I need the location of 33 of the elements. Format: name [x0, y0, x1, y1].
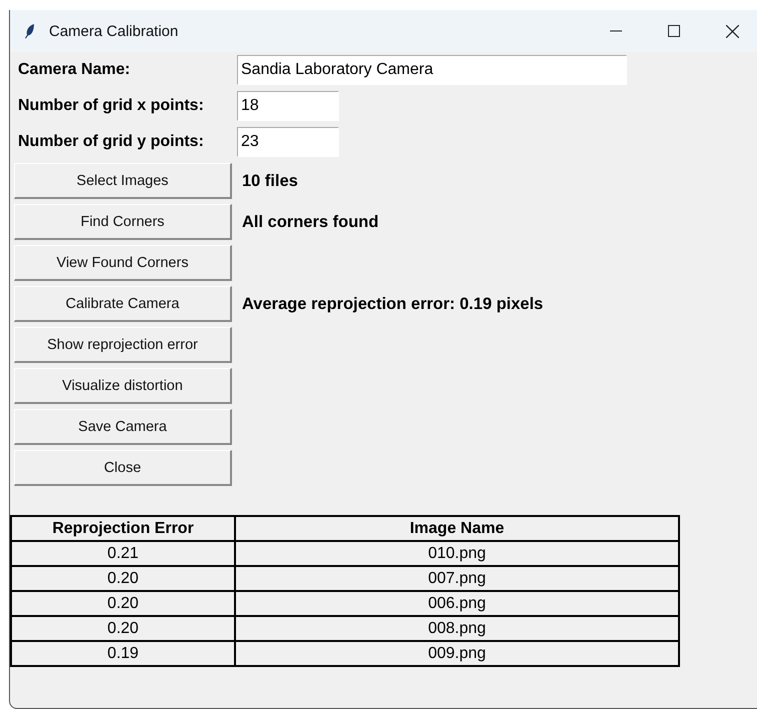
maximize-icon[interactable]: [668, 25, 680, 37]
field-label: Number of grid y points:: [17, 133, 205, 151]
action-button[interactable]: Visualize distortion: [14, 368, 232, 404]
table-cell: 008.png: [235, 616, 679, 641]
table-cell: 010.png: [235, 541, 679, 566]
action-button[interactable]: Calibrate Camera: [14, 286, 232, 322]
text-field[interactable]: 23: [237, 127, 339, 157]
feather-icon: [24, 23, 36, 39]
close-icon[interactable]: [726, 24, 739, 38]
column-header: Reprojection Error: [11, 516, 235, 541]
action-button[interactable]: Show reprojection error: [14, 327, 232, 363]
action-button[interactable]: Find Corners: [14, 204, 232, 240]
table-cell: 006.png: [235, 591, 679, 616]
field-label: Camera Name:: [17, 61, 132, 79]
table-cell: 0.20: [11, 566, 235, 591]
column-header: Image Name: [235, 516, 679, 541]
table-cell: 0.20: [11, 591, 235, 616]
text-field[interactable]: 18: [237, 91, 339, 121]
table-cell: 009.png: [235, 641, 679, 666]
field-label: Number of grid x points:: [17, 97, 205, 115]
status-text: All corners found: [242, 212, 379, 232]
status-text: 10 files: [242, 172, 298, 190]
text-field[interactable]: Sandia Laboratory Camera: [237, 55, 627, 85]
table-cell: 0.20: [11, 616, 235, 641]
window-title: Camera Calibration: [49, 22, 178, 40]
action-button[interactable]: View Found Corners: [14, 245, 232, 281]
table-cell: 007.png: [235, 566, 679, 591]
action-button[interactable]: Save Camera: [14, 409, 232, 445]
action-button[interactable]: Select Images: [14, 163, 232, 199]
status-text: Average reprojection error: 0.19 pixels: [242, 294, 544, 314]
table-cell: 0.19: [11, 641, 235, 666]
action-button[interactable]: Close: [14, 450, 232, 486]
table-cell: 0.21: [11, 541, 235, 566]
